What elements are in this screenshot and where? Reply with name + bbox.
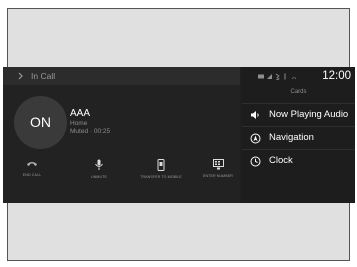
chevron-right-icon[interactable] bbox=[16, 71, 26, 81]
card-clock[interactable]: Clock bbox=[242, 149, 355, 172]
caller-name: AAA bbox=[70, 108, 91, 119]
caller-avatar: ON bbox=[14, 96, 67, 149]
status-icons bbox=[258, 73, 297, 80]
navigation-icon bbox=[250, 133, 261, 144]
keypad-icon bbox=[212, 159, 224, 170]
bluetooth-icon bbox=[275, 73, 280, 80]
unmute-button[interactable]: UNMUTE bbox=[79, 159, 119, 195]
end-call-button[interactable]: END CALL bbox=[15, 159, 49, 195]
call-header-title: In Call bbox=[31, 71, 56, 81]
card-navigation[interactable]: Navigation bbox=[242, 126, 355, 149]
status-bar: 12:00 bbox=[242, 67, 355, 85]
unmute-label: UNMUTE bbox=[91, 175, 107, 179]
mobile-phone-icon bbox=[157, 159, 165, 171]
signal-icon bbox=[267, 74, 272, 79]
call-header: In Call bbox=[3, 67, 240, 85]
cards-panel: 12:00 Cards Now Playing Audio Navigation… bbox=[242, 67, 355, 203]
call-panel: In Call ON AAA Home Muted · 00:25 END CA… bbox=[3, 67, 240, 203]
card-label: Now Playing Audio bbox=[269, 109, 349, 120]
enter-number-label: ENTER NUMBER bbox=[203, 174, 233, 178]
speaker-icon bbox=[251, 111, 259, 119]
card-label: Clock bbox=[269, 155, 293, 166]
microphone-icon bbox=[95, 159, 103, 170]
transfer-to-mobile-button[interactable]: TRANSFER TO MOBILE bbox=[133, 159, 189, 195]
infotainment-screen: In Call ON AAA Home Muted · 00:25 END CA… bbox=[3, 67, 355, 203]
clock-icon bbox=[250, 156, 261, 167]
status-clock: 12:00 bbox=[322, 70, 351, 82]
cards-title: Cards bbox=[290, 89, 307, 95]
card-label: Navigation bbox=[269, 132, 314, 143]
call-status: Muted · 00:25 bbox=[70, 128, 111, 135]
wifi-icon bbox=[291, 77, 297, 80]
phone-hangup-icon bbox=[27, 162, 37, 166]
enter-number-button[interactable]: ENTER NUMBER bbox=[201, 159, 235, 195]
transfer-to-mobile-label: TRANSFER TO MOBILE bbox=[140, 175, 182, 179]
end-call-label: END CALL bbox=[22, 173, 42, 177]
battery-icon bbox=[258, 74, 264, 79]
caller-number-type: Home bbox=[70, 120, 88, 127]
card-now-playing-audio[interactable]: Now Playing Audio bbox=[242, 103, 355, 126]
caller-avatar-text: ON bbox=[30, 114, 51, 130]
